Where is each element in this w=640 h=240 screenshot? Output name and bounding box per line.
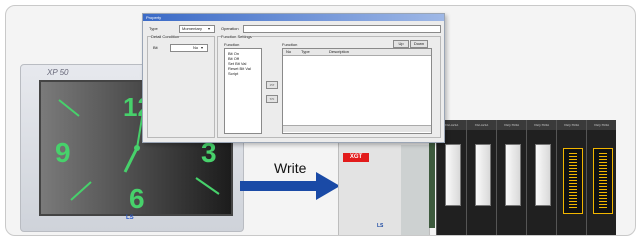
- io-connector: [593, 148, 613, 214]
- chevron-down-icon: ▾: [208, 26, 211, 31]
- plc-port-panel: [401, 145, 429, 235]
- type-select-value: Momentary: [182, 26, 203, 31]
- bit-select-value: No: [193, 45, 199, 50]
- column-header-type: Type: [301, 49, 310, 54]
- operation-input[interactable]: [243, 25, 441, 33]
- hmi-model-label: XP 50: [47, 68, 69, 77]
- function-list: Bit On Bit Off Set Bit Val Reset Bit Val…: [224, 48, 262, 134]
- column-header-no: No: [286, 49, 292, 54]
- function-list-item[interactable]: Script: [228, 71, 238, 76]
- type-select[interactable]: Momentary ▾: [179, 25, 215, 33]
- io-module-label: XGQ-TR4A: [497, 120, 526, 130]
- add-function-button[interactable]: >>: [266, 81, 278, 89]
- down-button[interactable]: Down: [410, 40, 428, 48]
- bit-label: Bit: [153, 45, 158, 50]
- clock-number-6: 6: [129, 183, 145, 214]
- io-module-slot: [445, 144, 461, 206]
- io-module-slot: [505, 144, 521, 206]
- type-label: Type: [149, 26, 158, 31]
- horizontal-scrollbar[interactable]: [283, 125, 431, 132]
- dialog-title: Property: [143, 14, 444, 21]
- illustration-frame: XP 50 12 3 6 9 LS Write XGT LS XGI-A21A …: [5, 5, 636, 236]
- io-module: XGQ-TR4A: [556, 120, 586, 235]
- hmi-brand-logo: LS: [126, 215, 134, 221]
- io-module-label: XGI-A21A: [467, 120, 496, 130]
- right-arrow-icon: [240, 172, 340, 200]
- io-module-label: XGQ-TR4A: [557, 120, 586, 130]
- clock-tick-11: [58, 99, 80, 117]
- property-dialog: Property Type Momentary ▾ Operation Deta…: [142, 13, 445, 143]
- operation-label: Operation: [221, 26, 239, 31]
- plc-cpu-module: XGT LS: [338, 130, 430, 235]
- clock-tick-4: [195, 177, 220, 195]
- io-connector: [563, 148, 583, 214]
- clock-center: [134, 145, 140, 151]
- detail-condition-label: Detail Condition: [151, 34, 180, 39]
- function-table: No Type Description: [282, 48, 432, 134]
- chevron-down-icon: ▾: [201, 45, 204, 50]
- column-header-description: Description: [329, 49, 350, 54]
- xgt-logo: XGT: [343, 153, 369, 162]
- table-header: No Type Description: [283, 49, 431, 56]
- clock-hour-hand: [123, 147, 139, 173]
- up-button[interactable]: Up: [393, 40, 409, 48]
- plc-led-strip: [429, 128, 435, 228]
- io-module-label: XGQ-TR4A: [527, 120, 556, 130]
- io-module: XGQ-TR4A: [586, 120, 616, 235]
- function-list-label: Function: [224, 42, 240, 47]
- io-module: XGQ-TR4A: [526, 120, 556, 235]
- plc-brand-logo: LS: [377, 223, 384, 229]
- functions-label: Function: [282, 42, 298, 47]
- remove-function-button[interactable]: <<: [266, 95, 278, 103]
- clock-number-9: 9: [55, 137, 71, 168]
- detail-condition-group: Detail Condition Bit No ▾: [147, 34, 215, 138]
- io-module-slot: [535, 144, 551, 206]
- function-settings-label: Function Settings: [221, 34, 252, 39]
- io-module-slot: [475, 144, 491, 206]
- function-settings-group: Function Settings Function Bit On Bit Of…: [217, 34, 441, 138]
- bit-select[interactable]: No ▾: [170, 44, 208, 52]
- io-module-label: XGQ-TR4A: [587, 120, 616, 130]
- io-module: XGI-A21A: [466, 120, 496, 235]
- clock-tick-7: [70, 181, 92, 201]
- io-module: XGQ-TR4A: [496, 120, 526, 235]
